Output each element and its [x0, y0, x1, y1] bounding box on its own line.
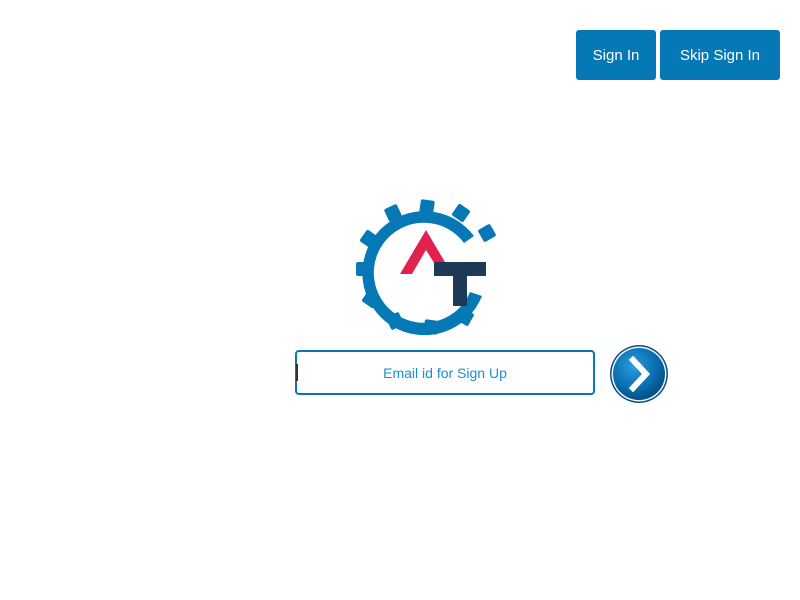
submit-email-button[interactable] [609, 344, 669, 404]
skip-sign-in-button[interactable]: Skip Sign In [660, 30, 780, 80]
gear-at-logo-icon [356, 199, 496, 336]
chevron-right-icon [610, 345, 668, 403]
signup-page: Sign In Skip Sign In [0, 0, 800, 600]
text-cursor [296, 364, 298, 381]
app-logo [354, 198, 502, 338]
email-signup-field[interactable] [295, 350, 595, 395]
sign-in-button[interactable]: Sign In [576, 30, 656, 80]
